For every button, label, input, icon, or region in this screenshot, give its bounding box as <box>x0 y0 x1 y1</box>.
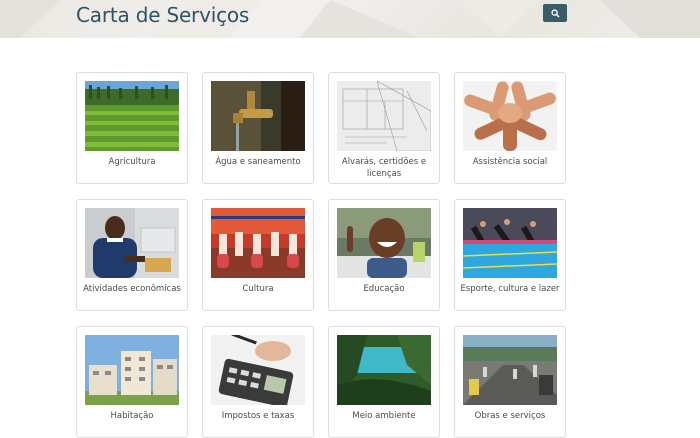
farm-field-image <box>85 81 179 151</box>
service-card-agricultura[interactable]: Agricultura <box>76 72 188 184</box>
joined-hands-image <box>463 81 557 151</box>
service-label: Agricultura <box>108 157 156 167</box>
service-label: Alvarás, certidões e licenças <box>341 157 427 179</box>
service-card-obras-e-servicos[interactable]: Obras e serviços <box>454 326 566 438</box>
shop-worker-image <box>85 208 179 278</box>
service-card-assistencia-social[interactable]: Assistência social <box>454 72 566 184</box>
street-works-image <box>463 335 557 405</box>
service-card-cultura[interactable]: Cultura <box>202 199 314 311</box>
service-card-meio-ambiente[interactable]: Meio ambiente <box>328 326 440 438</box>
service-card-atividades-economicas[interactable]: Atividades econômicas <box>76 199 188 311</box>
service-label: Assistência social <box>472 157 548 167</box>
service-label: Atividades econômicas <box>83 284 181 294</box>
bay-landscape-image <box>337 335 431 405</box>
smiling-child-image <box>337 208 431 278</box>
service-label: Obras e serviços <box>474 411 546 421</box>
service-card-esporte[interactable]: Esporte, cultura e lazer <box>454 199 566 311</box>
service-label: Impostos e taxas <box>221 411 295 421</box>
service-card-impostos[interactable]: Impostos e taxas <box>202 326 314 438</box>
blueprint-image <box>337 81 431 151</box>
apartment-building-image <box>85 335 179 405</box>
swimming-pool-image <box>463 208 557 278</box>
page-header: Carta de Serviços <box>0 0 700 38</box>
page-title: Carta de Serviços <box>76 3 250 27</box>
service-label: Esporte, cultura e lazer <box>460 284 560 294</box>
water-tap-image <box>211 81 305 151</box>
calculator-image <box>211 335 305 405</box>
service-label: Habitação <box>110 411 154 421</box>
service-label: Meio ambiente <box>352 411 416 421</box>
folk-dance-image <box>211 208 305 278</box>
service-label: Cultura <box>242 284 274 294</box>
service-card-agua-e-saneamento[interactable]: Água e saneamento <box>202 72 314 184</box>
service-label: Educação <box>363 284 405 294</box>
search-icon <box>550 8 560 18</box>
service-card-educacao[interactable]: Educação <box>328 199 440 311</box>
service-card-habitacao[interactable]: Habitação <box>76 326 188 438</box>
service-label: Água e saneamento <box>215 157 301 167</box>
search-button[interactable] <box>543 4 567 22</box>
service-card-alvaras[interactable]: Alvarás, certidões e licenças <box>328 72 440 184</box>
